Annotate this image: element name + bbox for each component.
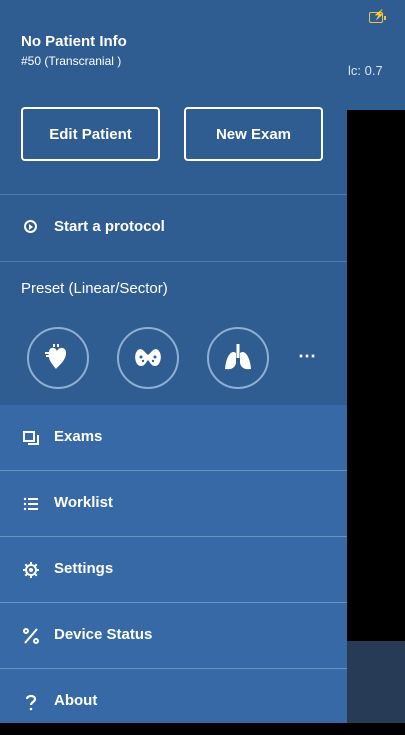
battery-charging-icon: ⚡ — [369, 10, 386, 23]
patient-header: No Patient Info #50 (Transcranial ) Edit… — [0, 0, 347, 195]
edit-patient-button[interactable]: Edit Patient — [21, 107, 160, 161]
background-footer — [347, 641, 405, 723]
preset-title: Preset (Linear/Sector) — [21, 280, 168, 297]
worklist-icon — [23, 497, 38, 511]
patient-name: No Patient Info — [21, 33, 127, 50]
help-icon — [25, 694, 37, 711]
background-status-text: lc: 0.7 — [348, 63, 383, 78]
patient-subtitle: #50 (Transcranial ) — [21, 54, 122, 68]
start-protocol-label: Start a protocol — [54, 218, 165, 235]
lungs-icon — [225, 344, 251, 370]
lungs-preset-button[interactable] — [207, 327, 269, 389]
menu-item-label: Worklist — [54, 494, 113, 511]
menu-item-label: Settings — [54, 560, 114, 577]
navigation-drawer: No Patient Info #50 (Transcranial ) Edit… — [0, 0, 347, 723]
menu-item-worklist[interactable]: Worklist — [0, 471, 347, 537]
thyroid-preset-button[interactable] — [117, 327, 179, 389]
main-menu: Exams Worklist Settings Device Status Ab… — [0, 405, 347, 723]
heart-preset-button[interactable] — [27, 327, 89, 389]
gear-icon — [23, 562, 39, 578]
menu-item-settings[interactable]: Settings — [0, 537, 347, 603]
exams-icon — [23, 431, 39, 445]
new-exam-button[interactable]: New Exam — [184, 107, 323, 161]
play-circle-icon — [24, 220, 37, 233]
more-icon[interactable]: ⋯ — [298, 346, 317, 367]
menu-item-label: Exams — [54, 428, 103, 445]
thyroid-icon — [135, 349, 161, 366]
menu-item-about[interactable]: About — [0, 669, 347, 735]
menu-item-label: Device Status — [54, 626, 153, 643]
start-protocol-item[interactable]: Start a protocol — [0, 195, 347, 262]
menu-item-label: About — [54, 692, 98, 709]
percent-icon — [23, 628, 39, 644]
menu-item-exams[interactable]: Exams — [0, 405, 347, 471]
menu-item-device-status[interactable]: Device Status — [0, 603, 347, 669]
heart-icon — [45, 344, 67, 369]
